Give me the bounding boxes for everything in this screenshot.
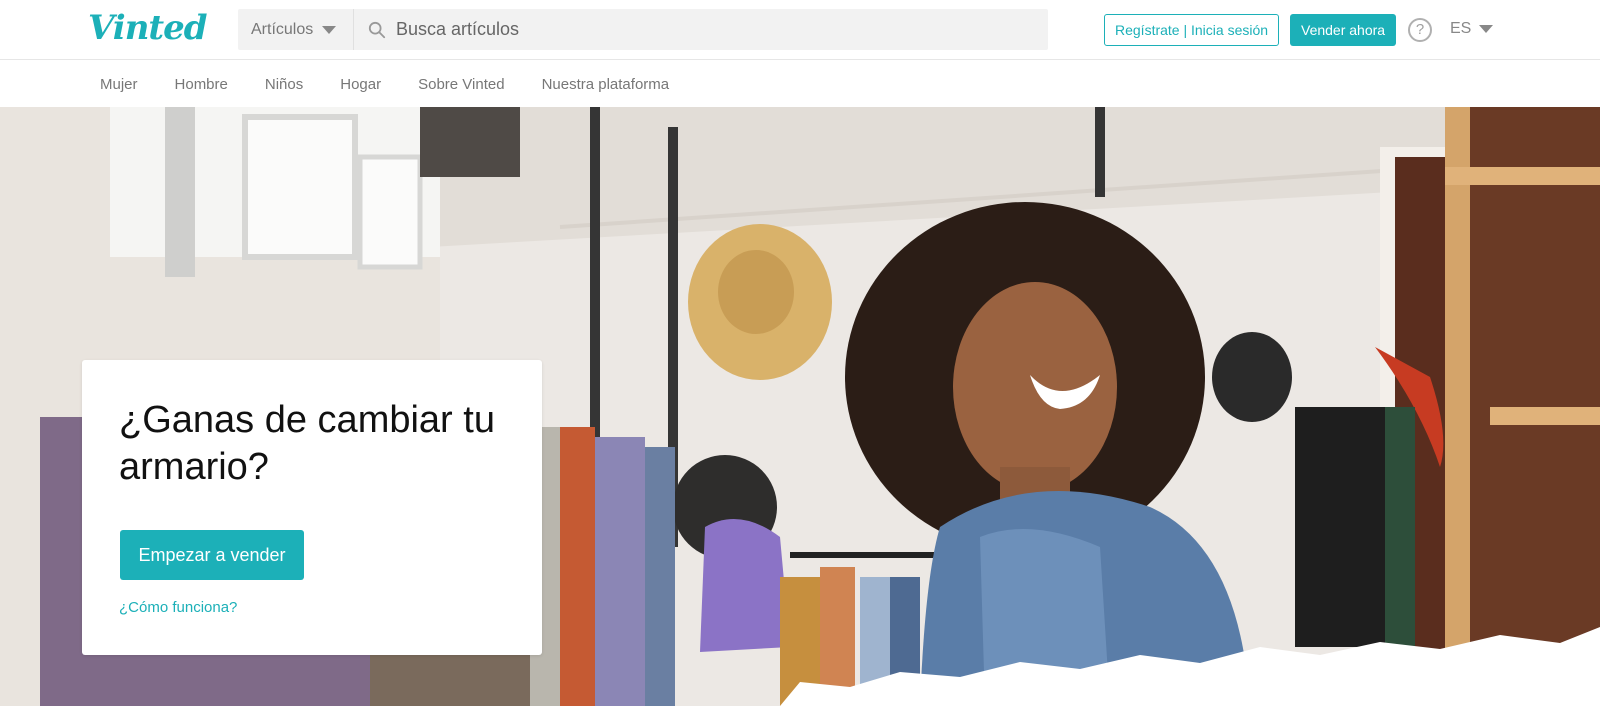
nav-item-hombre[interactable]: Hombre: [175, 76, 228, 93]
help-icon[interactable]: ?: [1408, 18, 1432, 42]
chevron-down-icon: [1479, 25, 1494, 33]
language-label: ES: [1450, 20, 1472, 37]
search-bar: Artículos: [238, 9, 1048, 50]
nav-item-nuestra-plataforma[interactable]: Nuestra plataforma: [542, 76, 670, 93]
nav-item-sobre-vinted[interactable]: Sobre Vinted: [418, 76, 504, 93]
hero-title: ¿Ganas de cambiar tu armario?: [119, 399, 495, 488]
search-icon: [368, 21, 386, 38]
start-selling-button[interactable]: Empezar a vender: [120, 530, 304, 580]
sell-now-button[interactable]: Vender ahora: [1290, 14, 1397, 46]
language-selector[interactable]: ES: [1450, 20, 1494, 38]
category-dropdown-label: Artículos: [251, 20, 314, 38]
nav-item-ninos[interactable]: Niños: [265, 76, 303, 93]
register-login-button[interactable]: Regístrate | Inicia sesión: [1104, 14, 1280, 46]
how-it-works-link[interactable]: ¿Cómo funciona?: [119, 599, 237, 616]
hero-banner: ¿Ganas de cambiar tu armario? Empezar a …: [0, 107, 1600, 706]
hero-card: ¿Ganas de cambiar tu armario? Empezar a …: [82, 360, 542, 655]
category-nav: Mujer Hombre Niños Hogar Sobre Vinted Nu…: [0, 61, 1600, 107]
search-input[interactable]: [396, 19, 996, 40]
nav-item-mujer[interactable]: Mujer: [100, 76, 138, 93]
category-dropdown[interactable]: Artículos: [238, 9, 354, 50]
search-field: [354, 9, 1048, 50]
chevron-down-icon: [322, 25, 337, 34]
nav-item-hogar[interactable]: Hogar: [340, 76, 381, 93]
top-header: Vinted Artículos Regístrate | Inicia ses…: [0, 0, 1600, 60]
vinted-logo[interactable]: Vinted: [88, 8, 208, 48]
